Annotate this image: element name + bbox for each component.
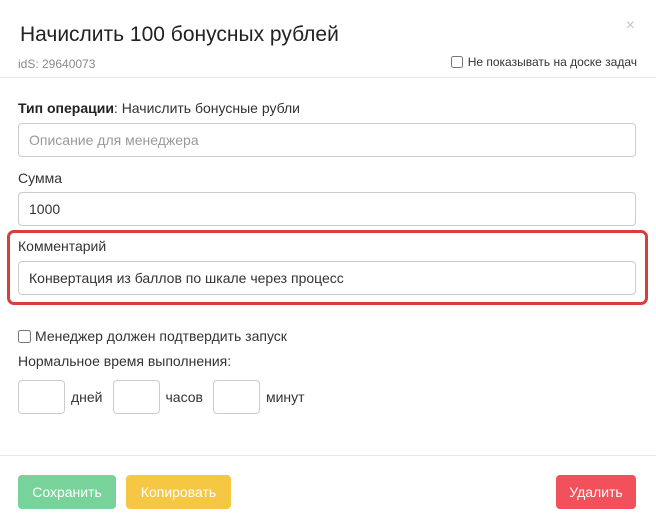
normal-time-label: Нормальное время выполнения: xyxy=(18,353,232,369)
bonus-operation-modal: Начислить 100 бонусных рублей × idS: 296… xyxy=(0,0,656,524)
header-divider xyxy=(0,77,656,78)
comment-input[interactable] xyxy=(18,261,636,295)
minutes-unit-label: минут xyxy=(265,389,305,405)
copy-button[interactable]: Копировать xyxy=(126,475,231,509)
task-id-label: idS: 29640073 xyxy=(18,57,96,71)
sum-input[interactable] xyxy=(18,192,636,226)
manager-confirm-label: Менеджер должен подтвердить запуск xyxy=(35,328,287,344)
hide-from-board-checkbox[interactable] xyxy=(450,56,463,68)
days-unit-label: дней xyxy=(71,389,103,405)
time-inputs-row: дней часов минут xyxy=(18,380,315,414)
sum-label: Сумма xyxy=(18,170,62,186)
manager-confirm-option[interactable]: Менеджер должен подтвердить запуск xyxy=(18,328,287,344)
modal-title: Начислить 100 бонусных рублей xyxy=(20,23,339,46)
manager-confirm-checkbox[interactable] xyxy=(18,329,31,343)
close-icon[interactable]: × xyxy=(626,18,635,34)
hide-from-board-option[interactable]: Не показывать на доске задач xyxy=(450,55,637,69)
comment-label: Комментарий xyxy=(18,238,107,254)
manager-description-input[interactable] xyxy=(18,123,636,157)
footer-divider xyxy=(0,455,656,456)
save-button[interactable]: Сохранить xyxy=(18,475,116,509)
operation-type-label: Тип операции xyxy=(18,100,114,116)
minutes-input[interactable] xyxy=(212,380,260,414)
operation-type-value: : Начислить бонусные рубли xyxy=(113,100,301,116)
delete-button[interactable]: Удалить xyxy=(556,475,636,509)
hide-from-board-label: Не показывать на доске задач xyxy=(467,55,637,69)
operation-type-row: Тип операции: Начислить бонусные рубли xyxy=(18,100,300,116)
hours-unit-label: часов xyxy=(165,389,203,405)
hours-input[interactable] xyxy=(112,380,160,414)
days-input[interactable] xyxy=(18,380,65,414)
